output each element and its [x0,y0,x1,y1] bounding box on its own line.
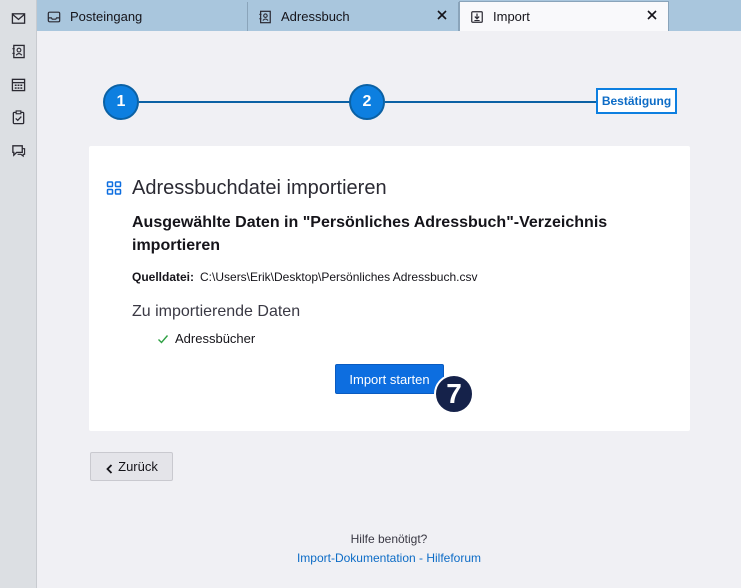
chevron-left-icon [105,462,114,474]
card-title: Adressbuchdatei importieren [132,177,387,199]
data-heading: Zu importierende Daten [132,303,301,320]
back-button[interactable]: Zurück [90,452,173,481]
tab-label: Adressbuch [281,9,350,24]
source-file-row: Quelldatei: C:\Users\Erik\Desktop\Persönl… [132,270,477,284]
step-1: 1 [103,84,139,120]
step-badge: 7 [434,374,474,414]
tab-label: Posteingang [70,9,143,24]
mail-icon[interactable] [9,9,27,27]
step-2: 2 [349,84,385,120]
help-links: Import-Dokumentation - Hilfeforum [37,551,741,565]
source-label: Quelldatei: [132,270,195,284]
calendar-icon[interactable] [9,75,27,93]
import-page: 1 2 Bestätigung Adressbuchdatei importie… [37,31,741,588]
inbox-icon [47,10,61,24]
addressbook-icon[interactable] [9,42,27,60]
check-icon [157,333,169,345]
addressbook-icon [258,10,272,24]
data-item: Adressbücher [157,331,255,346]
back-button-label: Zurück [118,459,158,474]
help-question: Hilfe benötigt? [350,532,428,546]
step-connector [385,101,597,103]
tab-import[interactable]: Import [459,1,669,31]
grid-icon [106,180,122,196]
data-item-label: Adressbücher [175,331,256,346]
import-summary-card: Adressbuchdatei importieren Ausgewählte … [89,146,690,431]
docs-link[interactable]: Import-Dokumentation [297,551,416,565]
tab-posteingang[interactable]: Posteingang [37,2,248,31]
tab-bar: Posteingang Adressbuch Import [37,0,741,31]
tab-adressbuch[interactable]: Adressbuch [248,2,459,31]
chat-icon[interactable] [9,141,27,159]
close-icon[interactable] [436,9,448,21]
spaces-toolbar [0,0,37,588]
tasks-icon[interactable] [9,108,27,126]
step-confirmation: Bestätigung [596,88,677,114]
source-path: C:\Users\Erik\Desktop\Persönliches Adres… [200,270,478,284]
import-icon [470,10,484,24]
close-icon[interactable] [646,9,658,21]
link-separator: - [415,551,427,565]
card-subtitle: Ausgewählte Daten in "Persönliches Adres… [132,214,608,254]
step-connector [139,101,351,103]
tab-label: Import [493,9,530,24]
forum-link[interactable]: Hilfeforum [426,551,481,565]
start-import-button[interactable]: Import starten [335,364,444,394]
